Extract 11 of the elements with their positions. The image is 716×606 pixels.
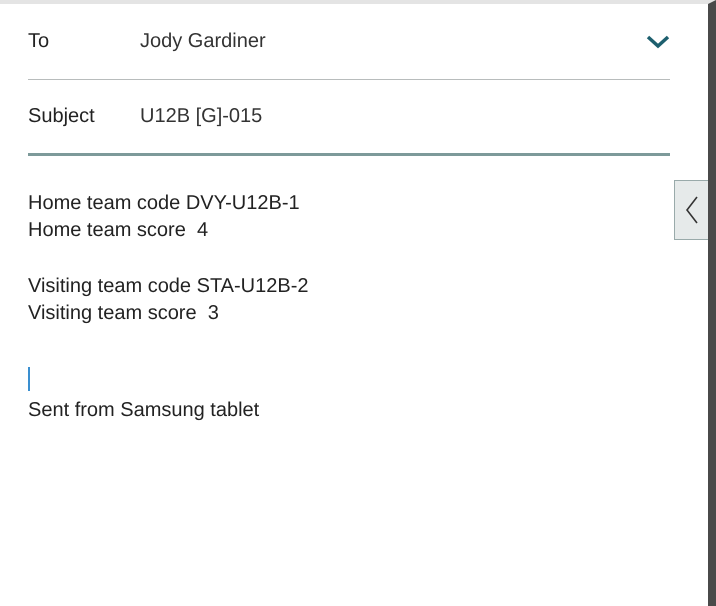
text-cursor [28, 367, 30, 391]
chevron-left-icon [684, 195, 700, 225]
chevron-down-icon[interactable] [646, 34, 670, 48]
field-label: To [28, 30, 50, 53]
field-label: Subject [28, 105, 96, 128]
field-value[interactable]: U12B [G]-015 [140, 105, 670, 128]
signature-text: Sent from Samsung tablet [28, 398, 260, 423]
body-paragraph: Visiting team code STA-U12B-2 Visiting team score 3 [28, 274, 308, 326]
side-panel-tab[interactable] [674, 180, 708, 240]
field-value[interactable]: Jody Gardiner [140, 30, 646, 53]
body-paragraph: Home team code DVY-U12B-1 Home team score 4 [28, 191, 300, 243]
